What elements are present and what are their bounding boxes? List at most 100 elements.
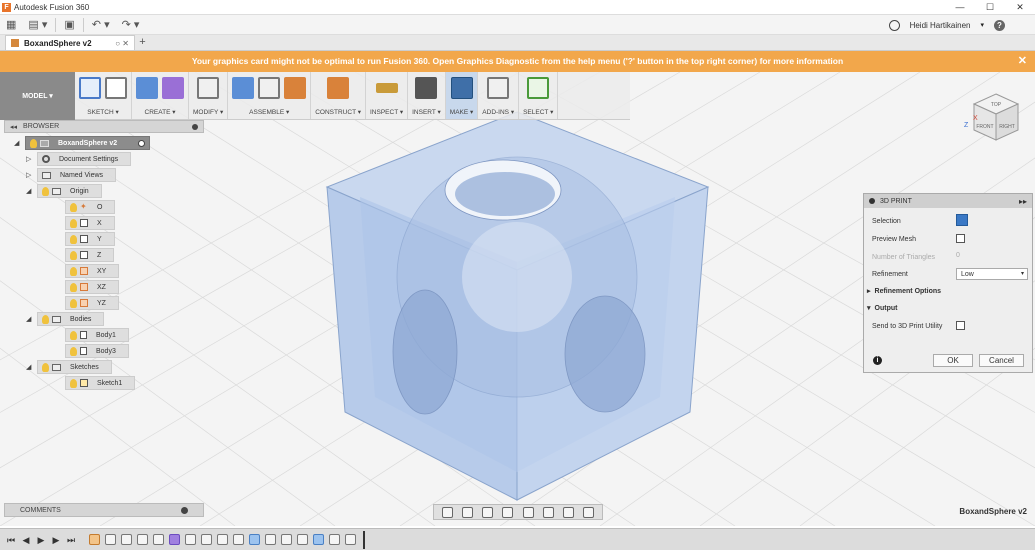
timeline-feature-icon[interactable] xyxy=(121,534,132,545)
save-icon[interactable]: ▣ xyxy=(58,15,80,35)
refinement-options-section[interactable]: ▸ Refinement Options xyxy=(867,284,941,298)
redo-icon[interactable]: ↷ ▾ xyxy=(116,15,146,35)
new-tab-plus-icon[interactable]: + xyxy=(135,35,150,50)
visibility-bulb-icon[interactable] xyxy=(70,250,77,260)
zoom-window-icon[interactable] xyxy=(522,506,534,518)
visibility-bulb-icon[interactable] xyxy=(70,330,77,340)
measure-icon[interactable] xyxy=(375,83,398,93)
timeline-feature-icon[interactable] xyxy=(313,534,324,545)
display-settings-icon[interactable] xyxy=(542,506,554,518)
add-ins-group[interactable]: ADD-INS ▾ xyxy=(478,72,520,119)
expand-triangle-icon[interactable]: ◢ xyxy=(26,363,34,371)
workspace-switcher[interactable]: MODEL ▾ xyxy=(0,72,75,120)
insert-group[interactable]: INSERT ▾ xyxy=(408,72,446,119)
timeline-first-icon[interactable]: ⏮ xyxy=(6,535,16,545)
scripts-icon[interactable] xyxy=(487,77,510,99)
timeline-feature-icon[interactable] xyxy=(345,534,356,545)
visibility-bulb-icon[interactable] xyxy=(70,282,77,292)
offset-plane-icon[interactable] xyxy=(327,77,350,99)
select-arrow-icon[interactable] xyxy=(527,77,550,99)
tree-item[interactable]: Body1 xyxy=(54,327,204,343)
tree-item[interactable]: Sketch1 xyxy=(54,375,204,391)
tree-item[interactable]: YZ xyxy=(54,295,204,311)
timeline-feature-icon[interactable] xyxy=(137,534,148,545)
tree-item[interactable]: ▷ Named Views xyxy=(26,167,204,183)
select-menu-label[interactable]: SELECT ▾ xyxy=(523,108,553,116)
insert-image-icon[interactable] xyxy=(415,77,438,99)
box-icon[interactable] xyxy=(136,77,158,99)
look-at-icon[interactable] xyxy=(461,506,473,518)
activate-radio-icon[interactable] xyxy=(138,139,146,147)
timeline-next-icon[interactable]: ▶ xyxy=(51,535,61,545)
timeline-feature-icon[interactable] xyxy=(153,534,164,545)
inspect-menu-label[interactable]: INSPECT ▾ xyxy=(370,108,403,116)
grid-settings-icon[interactable] xyxy=(563,506,575,518)
send-to-utility-checkbox[interactable] xyxy=(956,321,965,330)
visibility-bulb-icon[interactable] xyxy=(70,298,77,308)
job-status-clock-icon[interactable] xyxy=(888,19,900,31)
timeline-feature-icon[interactable] xyxy=(265,534,276,545)
dropdown-chevron-icon[interactable]: ▾ xyxy=(1021,269,1024,280)
timeline-feature-icon[interactable] xyxy=(249,534,260,545)
viewcube[interactable]: TOP FRONT RIGHT Z X xyxy=(964,90,1022,145)
timeline-feature-icon[interactable] xyxy=(297,534,308,545)
pan-hand-icon[interactable] xyxy=(482,506,494,518)
browser-header[interactable]: ◂◂ BROWSER xyxy=(4,120,204,133)
refinement-select[interactable]: Low ▾ xyxy=(956,268,1028,280)
3d-print-header[interactable]: 3D PRINT ▸▸ xyxy=(864,194,1032,208)
press-pull-icon[interactable] xyxy=(197,77,220,99)
visibility-bulb-icon[interactable] xyxy=(70,202,77,212)
timeline-previous-icon[interactable]: ◀ xyxy=(21,535,31,545)
comments-panel[interactable]: COMMENTS xyxy=(4,503,204,517)
timeline-feature-icon[interactable] xyxy=(89,534,100,545)
selection-button[interactable] xyxy=(956,214,968,226)
tab-close-icon[interactable]: ○ ✕ xyxy=(115,39,129,48)
tree-item[interactable]: ◢ Bodies xyxy=(26,311,204,327)
timeline-feature-icon[interactable] xyxy=(329,534,340,545)
create-menu-label[interactable]: CREATE ▾ xyxy=(145,108,176,116)
help-icon[interactable]: ? xyxy=(994,19,1005,31)
user-name[interactable]: Heidi Hartikainen xyxy=(910,21,971,30)
tree-root-item[interactable]: ◢ BoxandSphere v2 xyxy=(14,135,204,151)
insert-menu-label[interactable]: INSERT ▾ xyxy=(412,108,441,116)
timeline-feature-icon[interactable] xyxy=(169,534,180,545)
expand-triangle-icon[interactable]: ◢ xyxy=(26,315,34,323)
add-ins-menu-label[interactable]: ADD-INS ▾ xyxy=(482,108,514,116)
timeline-last-icon[interactable]: ⏭ xyxy=(66,535,76,545)
select-cursor-icon[interactable] xyxy=(956,214,968,226)
timeline-feature-icon[interactable] xyxy=(233,534,244,545)
assemble-menu-label[interactable]: ASSEMBLE ▾ xyxy=(249,108,289,116)
ok-button[interactable]: OK xyxy=(933,354,973,367)
maximize-button[interactable]: ☐ xyxy=(975,0,1005,15)
checkbox-icon[interactable] xyxy=(956,234,965,243)
cancel-button[interactable]: Cancel xyxy=(979,354,1024,367)
make-menu-label[interactable]: MAKE ▾ xyxy=(450,108,474,116)
expand-triangle-icon[interactable]: ▸ xyxy=(867,287,871,295)
collapse-triangle-icon[interactable]: ▾ xyxy=(867,304,871,312)
tree-item[interactable]: ✦ O xyxy=(54,199,204,215)
tree-item[interactable]: ◢ Origin xyxy=(26,183,204,199)
construct-menu-label[interactable]: CONSTRUCT ▾ xyxy=(315,108,361,116)
info-icon[interactable]: i xyxy=(873,356,882,365)
inspect-group[interactable]: INSPECT ▾ xyxy=(366,72,409,119)
construct-group[interactable]: CONSTRUCT ▾ xyxy=(311,72,366,119)
new-component-icon[interactable] xyxy=(232,77,255,99)
browser-options-icon[interactable] xyxy=(192,123,198,130)
tree-item[interactable]: ▷ Document Settings xyxy=(26,151,204,167)
sketch-icon[interactable] xyxy=(79,77,101,99)
document-tab[interactable]: BoxandSphere v2 ○ ✕ xyxy=(5,35,135,50)
select-group[interactable]: SELECT ▾ xyxy=(519,72,559,119)
tree-item[interactable]: XY xyxy=(54,263,204,279)
tree-item[interactable]: Y xyxy=(54,231,204,247)
visibility-bulb-icon[interactable] xyxy=(30,138,37,148)
timeline-feature-icon[interactable] xyxy=(217,534,228,545)
timeline-feature-icon[interactable] xyxy=(185,534,196,545)
visibility-bulb-icon[interactable] xyxy=(70,266,77,276)
sketch-group[interactable]: SKETCH ▾ xyxy=(75,72,132,119)
tree-item[interactable]: ◢ Sketches xyxy=(26,359,204,375)
add-comment-icon[interactable] xyxy=(181,506,188,514)
make-group[interactable]: MAKE ▾ xyxy=(445,72,479,119)
output-section[interactable]: ▾ Output xyxy=(867,301,897,315)
sketch-menu-label[interactable]: SKETCH ▾ xyxy=(87,108,118,116)
file-menu-icon[interactable]: ▤ ▾ xyxy=(22,15,53,35)
